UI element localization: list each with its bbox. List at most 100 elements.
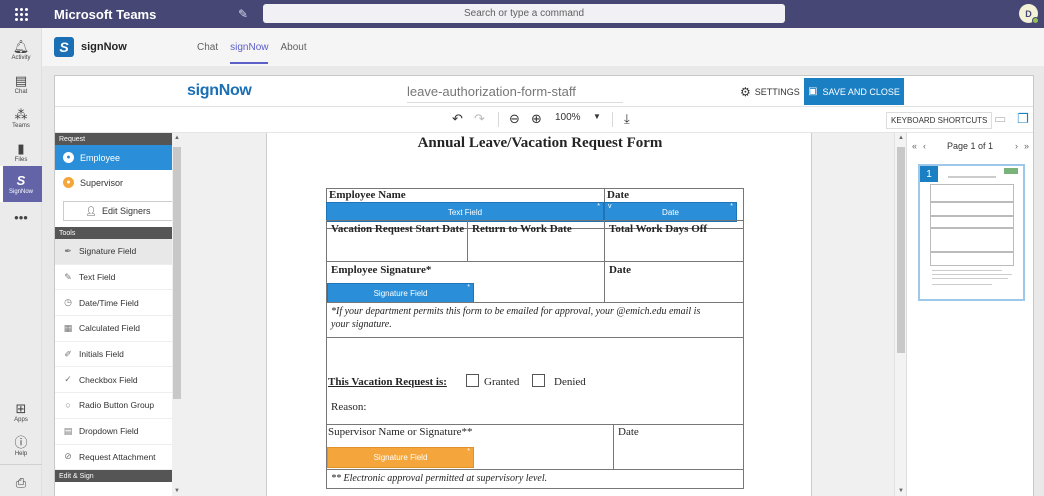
role-employee[interactable]: ● Employee: [55, 145, 181, 170]
edit-signers-button[interactable]: 👤︎ Edit Signers: [63, 201, 173, 221]
rail-item-signnow[interactable]: S SignNow: [0, 166, 42, 202]
employee-signature-field[interactable]: Signature Field *: [327, 283, 474, 303]
rail-item-download[interactable]: ⎙: [0, 464, 42, 496]
rail-item-teams[interactable]: ⁂ Teams: [0, 100, 42, 136]
scrollbar-thumb[interactable]: [173, 147, 181, 399]
prev-page-icon[interactable]: ‹: [923, 141, 926, 151]
undo-icon[interactable]: ↶: [452, 111, 463, 127]
user-icon: ●: [63, 152, 74, 163]
rail-item-help[interactable]: ⓘ Help: [0, 428, 42, 464]
tool-initials-field[interactable]: ✐ Initials Field: [55, 342, 181, 368]
editor-toolbar: ↶ ↷ ⊖ ⊕ 100% ▼ ⤓ KEYBOARD SHORTCUTS ▭ ❐: [55, 107, 1033, 133]
avatar-initial: D: [1025, 8, 1032, 19]
presence-indicator: [1032, 17, 1039, 24]
reason-label: Reason:: [331, 401, 367, 413]
redo-icon[interactable]: ↷: [474, 111, 485, 127]
vacation-start-label: Vacation Request Start Date: [331, 223, 465, 235]
next-page-icon[interactable]: ›: [1015, 141, 1018, 151]
tab-signnow[interactable]: signNow: [230, 28, 269, 66]
avatar[interactable]: D: [1019, 4, 1039, 24]
radio-icon: ○: [65, 400, 71, 411]
pen-icon: ✒: [64, 245, 72, 256]
user-icon: 👤︎: [85, 205, 97, 216]
page-thumbnail[interactable]: 1: [918, 164, 1025, 301]
search-input[interactable]: Search or type a command: [263, 4, 785, 23]
first-page-icon[interactable]: «: [912, 141, 917, 151]
calculator-icon: ▦: [63, 322, 73, 333]
sidebar-scrollbar[interactable]: ▲ ▼: [172, 133, 182, 496]
text-icon: ✎: [64, 271, 72, 282]
rail-item-more[interactable]: •••: [0, 200, 42, 236]
tab-chat[interactable]: Chat: [197, 28, 218, 66]
chevron-down-icon[interactable]: ▼: [593, 112, 601, 121]
attachment-icon: ⊘: [64, 451, 72, 462]
document-canvas: Annual Leave/Vacation Request Form Emplo…: [182, 133, 906, 496]
app-header: S signNow Chat signNow About: [42, 28, 1044, 66]
zoom-out-icon[interactable]: ⊖: [509, 111, 520, 127]
keyboard-shortcuts-button[interactable]: KEYBOARD SHORTCUTS: [886, 112, 993, 129]
tool-text-field[interactable]: ✎ Text Field: [55, 265, 181, 291]
tool-dropdown-field[interactable]: ▤ Dropdown Field: [55, 419, 181, 445]
required-icon: *: [467, 448, 470, 455]
supervisor-signature-field[interactable]: Signature Field *: [327, 447, 474, 468]
rail-item-apps[interactable]: ⊞ Apps: [0, 394, 42, 430]
thumbnail-page-number: 1: [920, 166, 938, 182]
zoom-level[interactable]: 100%: [555, 112, 581, 123]
download-icon: ⎙: [15, 474, 27, 490]
page-thumbnails: « ‹ Page 1 of 1 › » 1: [906, 133, 1033, 496]
rail-item-chat[interactable]: ▤ Chat: [0, 66, 42, 102]
date-label: Date: [607, 189, 629, 201]
zoom-in-icon[interactable]: ⊕: [531, 111, 542, 127]
supervisor-label: Supervisor Name or Signature**: [328, 426, 473, 438]
role-supervisor[interactable]: ● Supervisor: [55, 170, 181, 195]
download-icon[interactable]: ⤓: [624, 111, 630, 127]
denied-checkbox[interactable]: [532, 374, 545, 387]
teams-app-name: Microsoft Teams: [54, 6, 157, 22]
tool-checkbox-field[interactable]: ✓ Checkbox Field: [55, 367, 181, 394]
tool-radio-button-group[interactable]: ○ Radio Button Group: [55, 393, 181, 419]
tab-about[interactable]: About: [280, 28, 306, 66]
scrollbar-thumb[interactable]: [897, 147, 905, 353]
settings-button[interactable]: ⚙ SETTINGS: [740, 85, 800, 99]
scroll-up-icon[interactable]: ▲: [173, 135, 181, 141]
initials-icon: ✐: [64, 348, 72, 359]
return-to-work-label: Return to Work Date: [472, 223, 572, 235]
rail-item-files[interactable]: ▮ Files: [0, 134, 42, 170]
signnow-brand: signNow: [187, 82, 252, 99]
chat-icon: ▤: [14, 72, 28, 88]
employee-signature-label: Employee Signature*: [331, 264, 432, 276]
app-launcher-icon[interactable]: [0, 0, 42, 28]
save-and-close-button[interactable]: ▣ SAVE AND CLOSE: [804, 78, 904, 105]
save-icon: ▣: [808, 86, 818, 97]
scroll-down-icon[interactable]: ▼: [897, 488, 905, 494]
tool-date-time-field[interactable]: ◷ Date/Time Field: [55, 290, 181, 317]
document-name-field[interactable]: leave-authorization-form-staff: [407, 84, 623, 103]
teams-icon: ⁂: [14, 106, 28, 122]
document-scrollbar[interactable]: ▲ ▼: [894, 133, 906, 496]
scroll-up-icon[interactable]: ▲: [897, 135, 905, 141]
help-icon: ⓘ: [14, 434, 28, 450]
date3-label: Date: [618, 426, 639, 438]
check-icon: ✓: [64, 374, 72, 385]
signnow-editor: signNow leave-authorization-form-staff ⚙…: [54, 75, 1034, 496]
text-field[interactable]: Text Field *: [326, 202, 604, 222]
gear-icon: ⚙: [740, 85, 751, 99]
rail-item-activity[interactable]: 🔔︎ Activity: [0, 32, 42, 68]
tool-request-attachment[interactable]: ⊘ Request Attachment: [55, 445, 181, 471]
last-page-icon[interactable]: »: [1024, 141, 1029, 151]
copy-pages-icon[interactable]: ❐: [1017, 111, 1029, 127]
scroll-down-icon[interactable]: ▼: [173, 488, 181, 494]
required-icon: *: [730, 203, 733, 210]
granted-checkbox[interactable]: [466, 374, 479, 387]
tools-sidebar: Request ● Employee ● Supervisor 👤︎ Edit …: [55, 133, 182, 496]
date-field[interactable]: v Date *: [604, 202, 737, 222]
page-label: Page 1 of 1: [947, 141, 994, 151]
compose-icon[interactable]: ✎: [232, 7, 254, 21]
more-icon: •••: [14, 210, 28, 225]
tool-calculated-field[interactable]: ▦ Calculated Field: [55, 316, 181, 342]
tool-signature-field[interactable]: ✒ Signature Field: [55, 239, 181, 265]
edit-sign-section-header: Edit & Sign: [55, 470, 181, 483]
document-page: Annual Leave/Vacation Request Form Emplo…: [266, 133, 812, 496]
date2-label: Date: [609, 264, 631, 276]
comment-icon[interactable]: ▭: [994, 111, 1006, 127]
